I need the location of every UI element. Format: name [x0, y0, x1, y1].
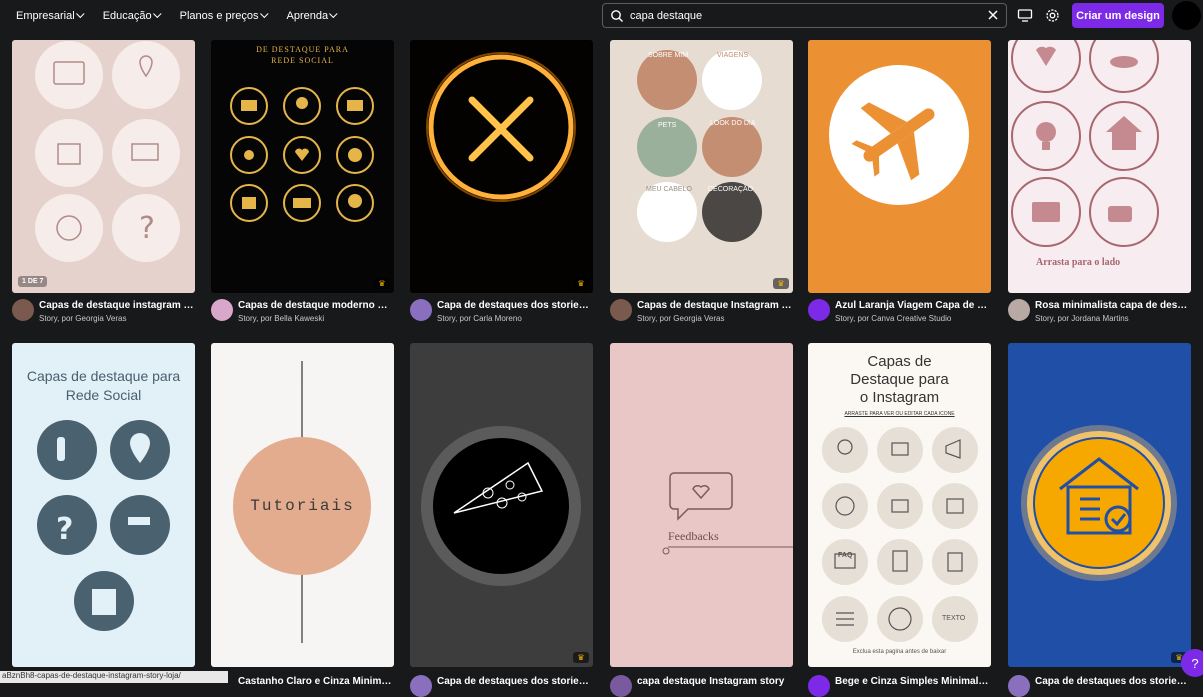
thumb-header-text: DE DESTAQUE PARA REDE SOCIAL: [256, 45, 349, 65]
template-thumbnail[interactable]: DE DESTAQUE PARA REDE SOCIAL ♛: [211, 40, 394, 293]
svg-text:?: ?: [56, 512, 73, 547]
page-count-badge: 1 DE 7: [18, 276, 48, 287]
main-nav: Empresarial Educação Planos e preços Apr…: [16, 9, 356, 22]
clear-search-icon[interactable]: [986, 8, 1000, 22]
premium-crown-icon: ♛: [374, 278, 390, 289]
nav-planos-e-precos[interactable]: Planos e preços: [179, 9, 269, 22]
monitor-icon[interactable]: [1017, 8, 1033, 23]
nav-aprenda[interactable]: Aprenda: [286, 9, 338, 22]
template-title[interactable]: Bege e Cinza Simples Minimalist...: [835, 676, 990, 687]
template-author: Story, por Georgia Veras: [637, 314, 725, 323]
thumb-title-text: Tutoriais: [250, 497, 355, 515]
thumb-subtitle-text: ARRASTE PARA VER OU EDITAR CADA ICONE: [844, 411, 955, 417]
template-title[interactable]: Capa de destaques dos stories d...: [1035, 676, 1190, 687]
airplane-badge-image: [829, 65, 969, 205]
premium-crown-icon: ♛: [773, 278, 789, 289]
template-title[interactable]: Rosa minimalista capa de desta...: [1035, 300, 1190, 311]
thumb-title-text: Capas de Destaque para o Instagram: [850, 353, 949, 406]
thumb-footer-text: Arrasta para o lado: [1036, 257, 1121, 268]
icon-label: TEXTO: [942, 615, 966, 622]
circle-label: SOBRE MIM: [648, 52, 689, 59]
nav-label: Planos e preços: [179, 9, 259, 22]
circle-label: PETS: [658, 122, 677, 129]
gold-icons-image: [230, 87, 374, 222]
nav-label: Educação: [102, 9, 152, 22]
author-avatar: [1008, 675, 1030, 697]
template-thumbnail[interactable]: Arrasta para o lado: [1008, 40, 1191, 293]
author-avatar: [808, 675, 830, 697]
nav-label: Aprenda: [286, 9, 329, 22]
circle-label: MEU CABELO: [646, 186, 692, 193]
help-button[interactable]: ?: [1181, 649, 1203, 677]
template-title[interactable]: Azul Laranja Viagem Capa de De...: [835, 300, 990, 311]
svg-text:?: ?: [139, 211, 155, 246]
template-thumbnail[interactable]: Feedbacks: [610, 343, 793, 667]
create-design-button[interactable]: Criar um design: [1072, 3, 1164, 28]
top-bar: Empresarial Educação Planos e preços Apr…: [0, 0, 1203, 31]
template-author: Story, por Georgia Veras: [39, 314, 127, 323]
template-thumbnail[interactable]: Capas de Destaque para o Instagram ARRAS…: [808, 343, 991, 667]
template-thumbnail[interactable]: [808, 40, 991, 293]
neon-cutlery-image: [426, 52, 576, 202]
template-thumbnail[interactable]: ♛: [410, 343, 593, 667]
author-avatar: [410, 675, 432, 697]
user-avatar[interactable]: [1172, 1, 1201, 30]
top-icons: [1017, 8, 1060, 23]
chevron-down-icon: [152, 9, 162, 18]
template-title[interactable]: Castanho Claro e Cinza Minimali...: [238, 676, 393, 687]
premium-crown-icon: ♛: [573, 652, 589, 663]
template-title[interactable]: Capa de destaques dos stories d...: [437, 300, 592, 311]
author-avatar: [12, 299, 34, 321]
pizza-chalkboard-image: [421, 426, 581, 586]
template-title[interactable]: Capa de destaques dos stories d...: [437, 676, 592, 687]
chevron-down-icon: [329, 9, 338, 18]
premium-crown-icon: ♛: [573, 278, 589, 289]
template-author: Story, por Bella Kaweski: [238, 314, 325, 323]
template-thumbnail[interactable]: SOBRE MIM VIAGENS PETS LOOK DO DIA MEU C…: [610, 40, 793, 293]
author-avatar: [808, 299, 830, 321]
template-title[interactable]: Capas de destaque moderno do...: [238, 300, 393, 311]
status-bar-url: aBznBh8-capas-de-destaque-instagram-stor…: [0, 671, 228, 683]
template-title[interactable]: capa destaque Instagram story: [637, 676, 792, 687]
house-badge-image: [1021, 425, 1177, 581]
circle-label: VIAGENS: [717, 52, 749, 59]
author-avatar: [1008, 299, 1030, 321]
template-thumbnail[interactable]: Tutoriais: [211, 343, 394, 667]
template-title[interactable]: Capas de destaque Instagram St...: [637, 300, 792, 311]
author-avatar: [410, 299, 432, 321]
chevron-down-icon: [75, 9, 85, 18]
rose-gold-icons-image: [1011, 40, 1159, 247]
template-thumbnail[interactable]: ♛: [1008, 343, 1191, 667]
gear-icon[interactable]: [1045, 8, 1060, 23]
nav-label: Empresarial: [16, 9, 75, 22]
icon-label: FAQ: [838, 552, 853, 559]
earthy-circles-image: [637, 50, 762, 242]
circle-label: LOOK DO DIA: [710, 120, 756, 127]
nav-educacao[interactable]: Educação: [102, 9, 162, 22]
nav-empresarial[interactable]: Empresarial: [16, 9, 85, 22]
thumb-title-text: Capas de destaque para Rede Social: [26, 368, 181, 403]
author-avatar: [610, 299, 632, 321]
circle-label: DECORAÇÃO: [708, 186, 754, 193]
author-avatar: [211, 299, 233, 321]
author-avatar: [610, 675, 632, 697]
thumb-title-text: Feedbacks: [668, 529, 719, 543]
template-author: Story, por Canva Creative Studio: [835, 314, 952, 323]
template-title[interactable]: Capas de destaque instagram st...: [39, 300, 194, 311]
chevron-down-icon: [259, 9, 269, 18]
feedback-icon-image: [662, 472, 793, 555]
highlight-icons-image: ?: [35, 41, 180, 262]
template-author: Story, por Carla Moreno: [437, 314, 522, 323]
search-input[interactable]: [630, 9, 970, 22]
search-box: [602, 3, 1007, 28]
template-thumbnail[interactable]: ? 1 DE 7: [12, 40, 195, 293]
search-icon: [611, 9, 623, 22]
template-author: Story, por Jordana Martins: [1035, 314, 1129, 323]
template-thumbnail[interactable]: Capas de destaque para Rede Social ?: [12, 343, 195, 667]
thumb-footer-text: Exclua esta pagina antes de baixar: [852, 649, 947, 655]
template-thumbnail[interactable]: ♛: [410, 40, 593, 293]
